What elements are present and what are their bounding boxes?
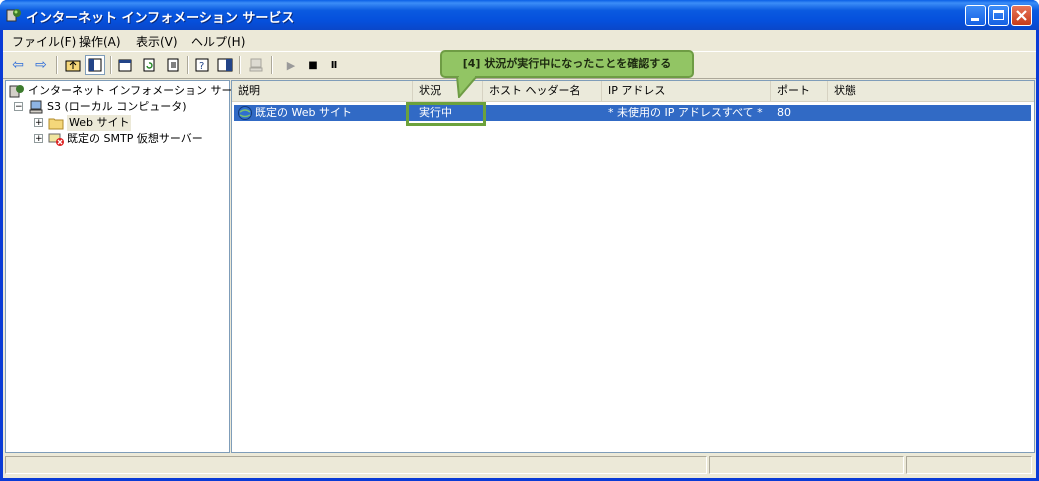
svg-text:?: ? bbox=[199, 61, 204, 72]
status-highlight-box bbox=[406, 102, 486, 126]
folder-icon bbox=[48, 118, 64, 130]
smtp-stopped-icon bbox=[48, 133, 64, 146]
minimize-button[interactable] bbox=[965, 5, 986, 26]
collapse-icon[interactable]: − bbox=[14, 102, 23, 112]
column-header-state[interactable]: 状態 bbox=[828, 81, 1034, 101]
tree-web-sites-label: Web サイト bbox=[67, 115, 132, 131]
minimize-icon bbox=[971, 18, 979, 21]
column-header-ip-address[interactable]: IP アドレス bbox=[602, 81, 771, 101]
tree-pane[interactable]: インターネット インフォメーション サービス − S3 (ローカル コンピュータ… bbox=[5, 80, 254, 453]
play-icon[interactable]: ▶ bbox=[281, 55, 301, 75]
tree-smtp-label: 既定の SMTP 仮想サーバー bbox=[67, 132, 203, 145]
list-pane[interactable]: 説明 状況 ホスト ヘッダー名 IP アドレス ポート 状態 既定の Web サ… bbox=[231, 80, 1035, 453]
table-row[interactable]: 既定の Web サイト 実行中 * 未使用の IP アドレスすべて * 80 bbox=[234, 105, 1031, 121]
tree-root-label: インターネット インフォメーション サービス bbox=[28, 84, 255, 97]
column-header-port[interactable]: ポート bbox=[771, 81, 828, 101]
row-ip-address: * 未使用の IP アドレスすべて * bbox=[608, 106, 763, 119]
properties-icon[interactable] bbox=[115, 55, 135, 75]
column-header-description[interactable]: 説明 bbox=[232, 81, 413, 101]
title-bar[interactable]: インターネット インフォメーション サービス bbox=[0, 0, 1039, 30]
toolbar-separator bbox=[110, 56, 112, 74]
list-header: 説明 状況 ホスト ヘッダー名 IP アドレス ポート 状態 bbox=[232, 81, 1034, 102]
callout-pointer bbox=[455, 76, 479, 98]
close-button[interactable] bbox=[1011, 5, 1032, 26]
callout-text: [4] 状況が実行中になったことを確認する bbox=[462, 57, 672, 70]
menu-bar: ファイル(F) 操作(A) 表示(V) ヘルプ(H) bbox=[3, 30, 1036, 50]
forward-icon[interactable]: ⇨ bbox=[31, 55, 51, 75]
status-cell-3 bbox=[906, 456, 1032, 474]
up-folder-icon[interactable] bbox=[63, 55, 83, 75]
menu-file[interactable]: ファイル(F) bbox=[12, 33, 76, 50]
export-list-icon[interactable] bbox=[163, 55, 183, 75]
row-port: 80 bbox=[777, 106, 791, 119]
show-tree-icon[interactable] bbox=[85, 55, 105, 75]
toolbar-separator bbox=[187, 56, 189, 74]
stop-icon[interactable]: ■ bbox=[303, 55, 323, 75]
pause-icon[interactable]: Ⅱ bbox=[324, 55, 344, 75]
status-bar bbox=[3, 454, 1036, 476]
computer-icon[interactable] bbox=[246, 55, 266, 75]
iis-window: インターネット インフォメーション サービス ファイル(F) 操作(A) 表示(… bbox=[0, 0, 1039, 481]
iis-app-icon bbox=[6, 9, 21, 22]
iis-icon bbox=[9, 85, 24, 98]
maximize-icon bbox=[993, 10, 1004, 20]
status-cell-main bbox=[5, 456, 707, 474]
computer-icon bbox=[29, 100, 43, 114]
window-title: インターネット インフォメーション サービス bbox=[26, 11, 295, 26]
action-pane-icon[interactable] bbox=[215, 55, 235, 75]
menu-help[interactable]: ヘルプ(H) bbox=[191, 33, 245, 50]
expand-icon[interactable]: + bbox=[34, 134, 43, 144]
menu-view[interactable]: 表示(V) bbox=[136, 33, 178, 50]
column-header-host-header[interactable]: ホスト ヘッダー名 bbox=[483, 81, 602, 101]
close-icon bbox=[1016, 10, 1027, 21]
status-cell-2 bbox=[709, 456, 904, 474]
help-icon[interactable]: ? bbox=[192, 55, 212, 75]
client-area: ファイル(F) 操作(A) 表示(V) ヘルプ(H) ⇦ ⇨ ? ▶ ■ Ⅱ イ… bbox=[3, 30, 1036, 478]
toolbar-separator bbox=[56, 56, 58, 74]
menu-action[interactable]: 操作(A) bbox=[79, 33, 121, 50]
web-site-globe-icon bbox=[238, 106, 252, 120]
expand-icon[interactable]: + bbox=[34, 118, 43, 128]
refresh-icon[interactable] bbox=[139, 55, 159, 75]
toolbar-separator bbox=[271, 56, 273, 74]
tree-computer-label: S3 (ローカル コンピュータ) bbox=[47, 100, 187, 113]
toolbar-separator bbox=[239, 56, 241, 74]
maximize-button[interactable] bbox=[988, 5, 1009, 26]
back-icon[interactable]: ⇦ bbox=[8, 55, 28, 75]
row-description: 既定の Web サイト bbox=[255, 106, 352, 119]
instruction-callout: [4] 状況が実行中になったことを確認する bbox=[440, 50, 694, 78]
